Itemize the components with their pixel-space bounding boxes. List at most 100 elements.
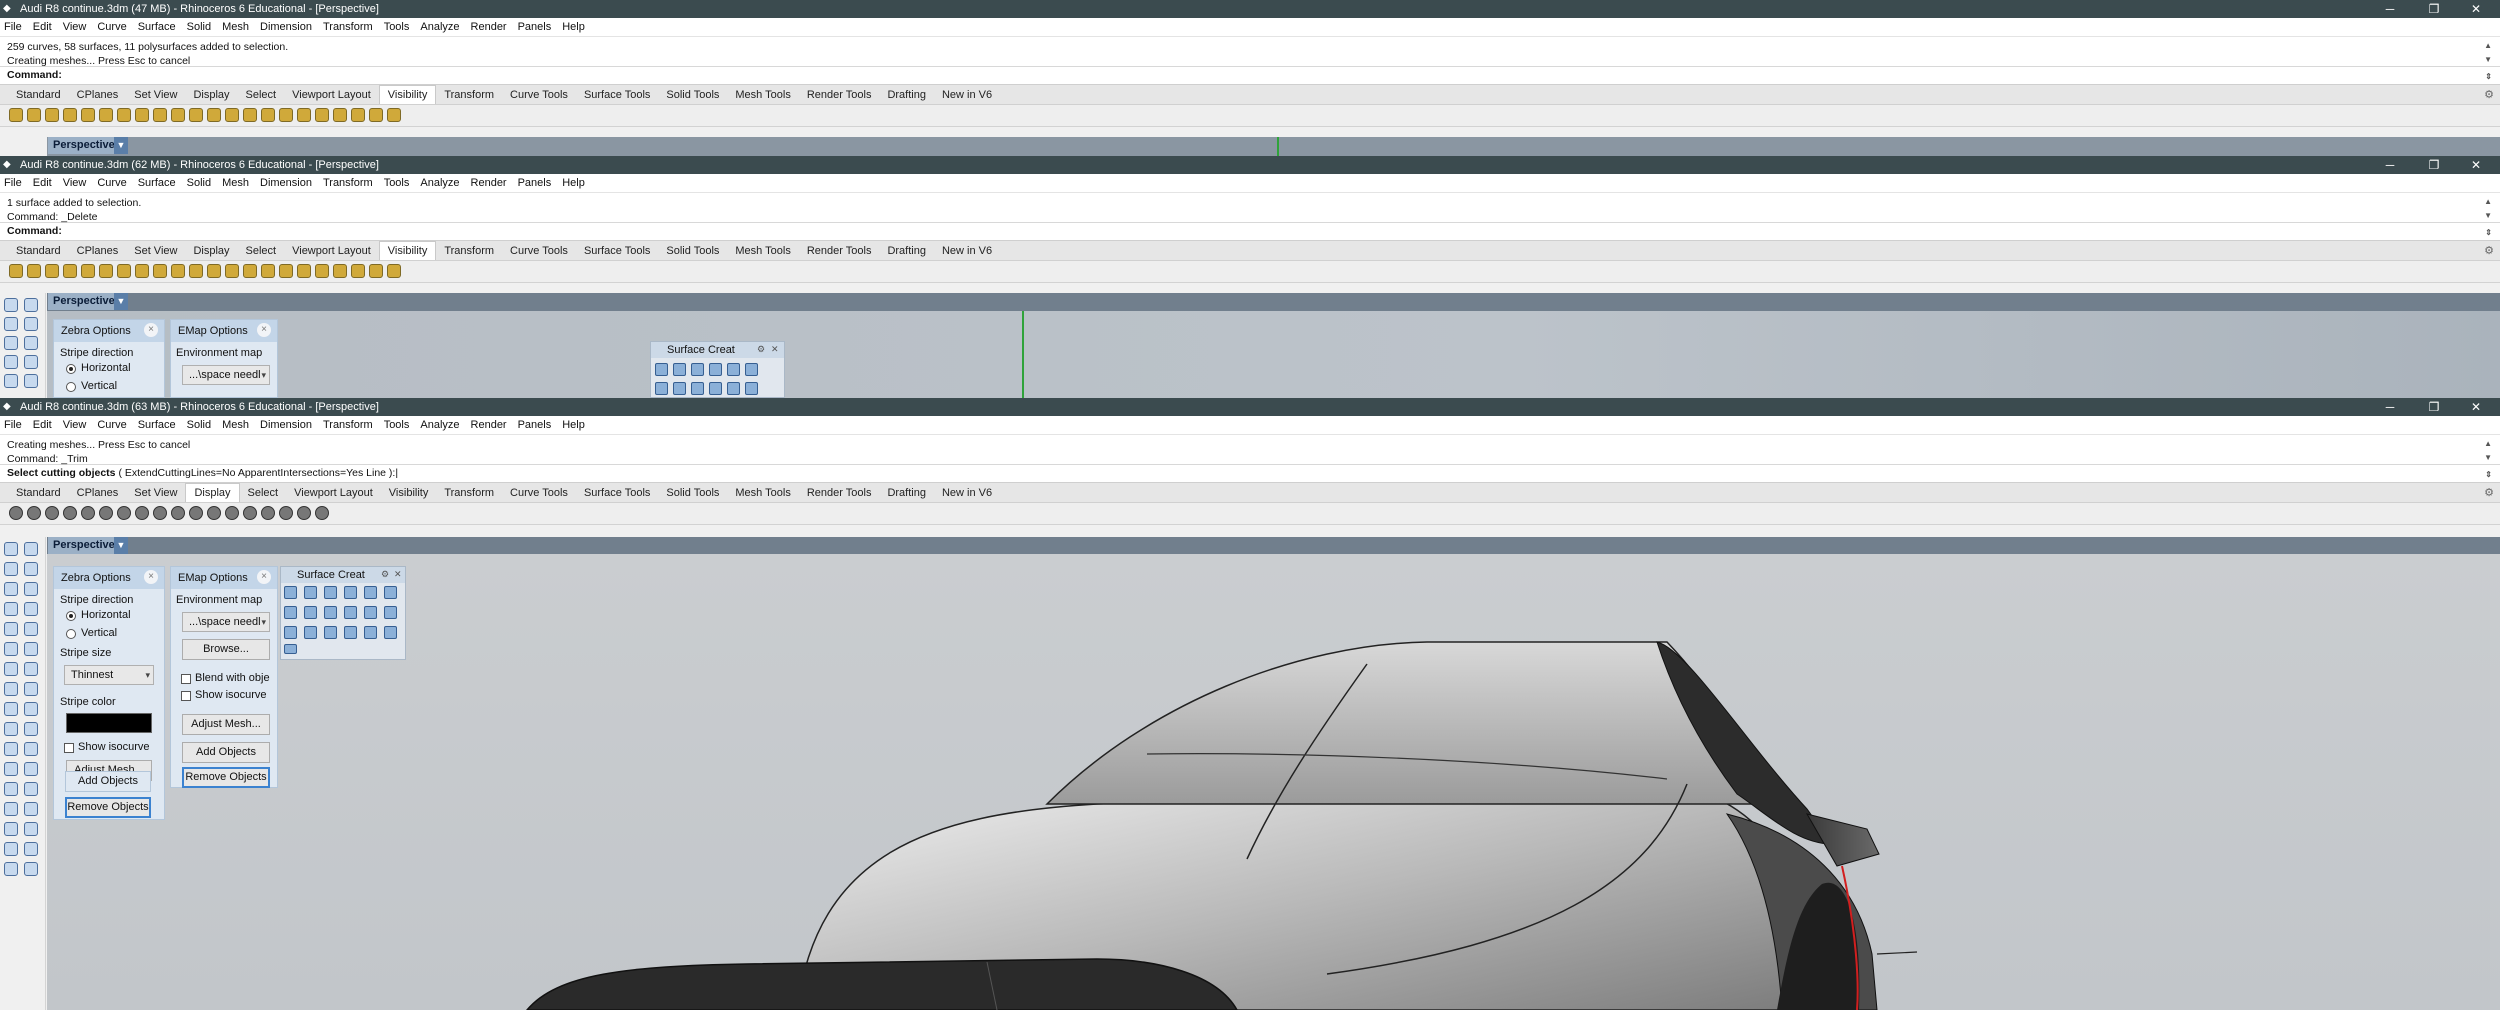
chevron-down-icon[interactable]: ▼	[114, 293, 128, 310]
maximize-icon[interactable]: ❐	[2412, 156, 2456, 174]
tab-solid-tools[interactable]: Solid Tools	[658, 241, 727, 261]
rectangle-icon[interactable]	[24, 355, 38, 369]
menu-analyze[interactable]: Analyze	[420, 177, 459, 189]
viewport[interactable]: Perspective ▼	[47, 137, 2500, 156]
tab-curve-tools[interactable]: Curve Tools	[502, 85, 576, 105]
emap-icon[interactable]	[189, 506, 203, 520]
measure-icon[interactable]	[24, 842, 38, 856]
tab-drafting[interactable]: Drafting	[879, 85, 934, 105]
layer-lock-icon[interactable]	[387, 264, 401, 278]
shaded-icon[interactable]	[27, 506, 41, 520]
tab-set-view[interactable]: Set View	[126, 483, 185, 503]
tab-mesh-tools[interactable]: Mesh Tools	[727, 483, 798, 503]
close-icon[interactable]: ✕	[2454, 0, 2498, 18]
command-options[interactable]: ( ExtendCuttingLines=No ApparentIntersec…	[118, 467, 395, 479]
settings-icon[interactable]: ⚙	[757, 344, 765, 355]
menu-dimension[interactable]: Dimension	[260, 419, 312, 431]
tab-display[interactable]: Display	[185, 85, 237, 105]
unisolate-icon[interactable]	[225, 108, 239, 122]
hide-swap-icon[interactable]	[63, 108, 77, 122]
close-icon[interactable]: ✕	[394, 569, 402, 580]
menu-render[interactable]: Render	[471, 419, 507, 431]
hide-icon[interactable]	[45, 108, 59, 122]
menu-render[interactable]: Render	[471, 21, 507, 33]
show-isocurve-checkbox[interactable]	[64, 743, 74, 753]
patch-icon[interactable]	[324, 586, 337, 599]
tab-render-tools[interactable]: Render Tools	[799, 85, 880, 105]
menu-render[interactable]: Render	[471, 177, 507, 189]
unhide-icon[interactable]	[99, 264, 113, 278]
perspective-viewport[interactable]: Zebra Options × Stripe direction Horizon…	[47, 554, 2500, 1010]
tab-set-view[interactable]: Set View	[126, 241, 185, 261]
show-edges-icon[interactable]	[261, 506, 275, 520]
menu-file[interactable]: File	[4, 21, 22, 33]
command-prompt[interactable]: Command: ⇕	[0, 67, 2500, 85]
extrude-icon[interactable]	[284, 606, 297, 619]
polyline-icon[interactable]	[4, 562, 18, 576]
more-tools-icon[interactable]	[284, 644, 297, 654]
circle-icon[interactable]	[4, 582, 18, 596]
scroll-up-icon[interactable]: ▲	[2484, 39, 2492, 53]
polygon-icon[interactable]	[4, 622, 18, 636]
environment-map-select[interactable]: ...\space needl ▾	[182, 612, 270, 632]
tab-visibility[interactable]: Visibility	[381, 483, 437, 503]
gear-icon[interactable]: ⚙	[2484, 483, 2494, 503]
tab-select[interactable]: Select	[240, 483, 287, 503]
revolve-icon[interactable]	[304, 606, 317, 619]
menu-surface[interactable]: Surface	[138, 177, 176, 189]
unlock-icon[interactable]	[135, 264, 149, 278]
scroll-up-icon[interactable]: ▲	[2484, 437, 2492, 451]
show-icon[interactable]	[9, 108, 23, 122]
menu-view[interactable]: View	[63, 21, 87, 33]
wireframe-icon[interactable]	[9, 506, 23, 520]
edge-surface-icon[interactable]	[364, 606, 377, 619]
tab-render-tools[interactable]: Render Tools	[799, 241, 880, 261]
chevron-down-icon[interactable]: ▼	[114, 137, 128, 154]
tab-transform[interactable]: Transform	[436, 241, 502, 261]
menu-transform[interactable]: Transform	[323, 21, 373, 33]
tab-display[interactable]: Display	[185, 241, 237, 261]
sphere-icon[interactable]	[673, 363, 686, 376]
horizontal-radio[interactable]	[66, 611, 76, 621]
tab-select[interactable]: Select	[238, 241, 285, 261]
tab-curve-tools[interactable]: Curve Tools	[502, 241, 576, 261]
tab-cplanes[interactable]: CPlanes	[69, 241, 127, 261]
add-objects-button[interactable]: Add Objects	[65, 771, 151, 792]
heightfield-icon[interactable]	[384, 606, 397, 619]
layer-off-icon[interactable]	[369, 264, 383, 278]
show-icon[interactable]	[9, 264, 23, 278]
plane-icon[interactable]	[727, 363, 740, 376]
menu-surface[interactable]: Surface	[138, 419, 176, 431]
patch-icon[interactable]	[691, 363, 704, 376]
layer-off-icon[interactable]	[369, 108, 383, 122]
light-icon[interactable]	[24, 802, 38, 816]
select-arrow-icon[interactable]	[4, 298, 18, 312]
menu-view[interactable]: View	[63, 177, 87, 189]
join-icon[interactable]	[4, 762, 18, 776]
command-scroll-icon[interactable]: ⇕	[2485, 68, 2492, 85]
menu-tools[interactable]: Tools	[384, 21, 410, 33]
tab-transform[interactable]: Transform	[436, 85, 502, 105]
gumball-icon[interactable]	[24, 822, 38, 836]
lock-icon[interactable]	[117, 108, 131, 122]
menu-help[interactable]: Help	[562, 419, 585, 431]
command-scroll-icon[interactable]: ⇕	[2485, 466, 2492, 483]
menu-file[interactable]: File	[4, 177, 22, 189]
menu-mesh[interactable]: Mesh	[222, 177, 249, 189]
paint-icon[interactable]	[24, 862, 38, 876]
offset-icon[interactable]	[24, 702, 38, 716]
tab-solid-tools[interactable]: Solid Tools	[658, 85, 727, 105]
maximize-icon[interactable]: ❐	[2412, 0, 2456, 18]
point-icon[interactable]	[24, 542, 38, 556]
menu-mesh[interactable]: Mesh	[222, 21, 249, 33]
scroll-down-icon[interactable]: ▼	[2484, 209, 2492, 223]
sweep-icon[interactable]	[745, 363, 758, 376]
tab-viewport-layout[interactable]: Viewport Layout	[286, 483, 381, 503]
menu-curve[interactable]: Curve	[97, 21, 126, 33]
layer-on-icon[interactable]	[351, 108, 365, 122]
menu-surface[interactable]: Surface	[138, 21, 176, 33]
tab-cplanes[interactable]: CPlanes	[69, 483, 127, 503]
surface-from-points-icon[interactable]	[655, 363, 668, 376]
rectangle-icon[interactable]	[24, 602, 38, 616]
vertical-radio[interactable]	[66, 382, 76, 392]
